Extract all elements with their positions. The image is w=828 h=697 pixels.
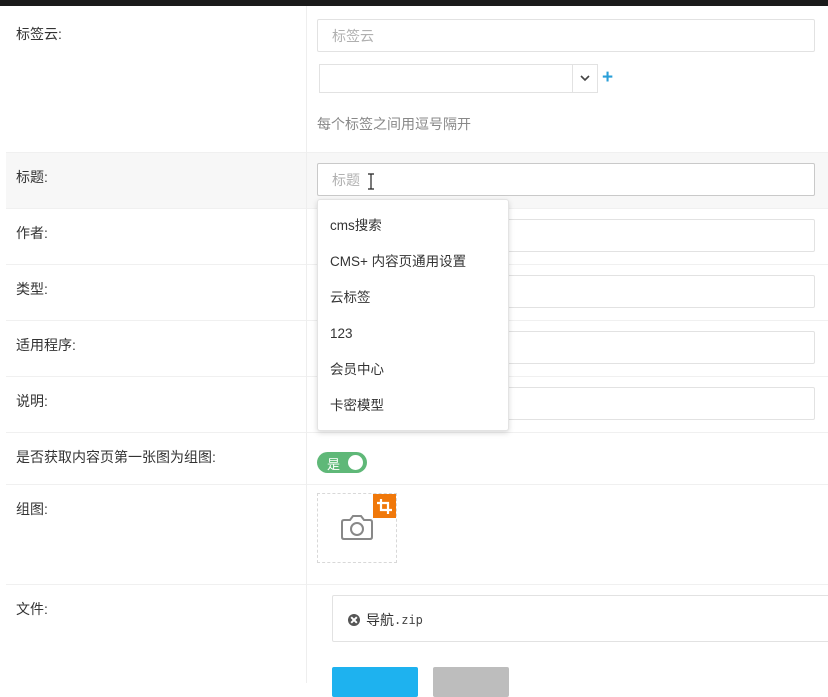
program-label: 适用程序: [16, 337, 76, 353]
type-label: 类型: [16, 281, 48, 297]
tags-label: 标签云: [16, 26, 62, 42]
suggestion-item[interactable]: 云标签 [318, 280, 508, 316]
tags-select[interactable] [319, 64, 598, 93]
author-label: 作者: [16, 225, 48, 241]
suggestion-item[interactable]: CMS+ 内容页通用设置 [318, 244, 508, 280]
row-auto-image: 是否获取内容页第一张图为组图: [6, 433, 828, 485]
title-input[interactable] [317, 163, 815, 196]
title-label: 标题: [16, 169, 48, 185]
toggle-knob [348, 455, 363, 470]
text-cursor-icon [368, 173, 374, 190]
file-item: 导航 .zip [348, 610, 423, 630]
title-suggestions-dropdown: cms搜索 CMS+ 内容页通用设置 云标签 123 会员中心 卡密模型 [317, 199, 509, 431]
gallery-label: 组图: [16, 501, 48, 517]
chevron-down-icon[interactable] [572, 65, 597, 92]
file-extension: .zip [394, 613, 423, 627]
secondary-button[interactable] [433, 667, 509, 697]
toggle-text: 是 [327, 457, 341, 472]
auto-image-toggle[interactable]: 是 [317, 452, 367, 473]
tags-hint: 每个标签之间用逗号隔开 [317, 116, 471, 132]
file-label: 文件: [16, 601, 48, 617]
close-circle-icon[interactable] [348, 614, 360, 626]
column-divider [306, 6, 307, 683]
suggestion-item[interactable]: cms搜索 [318, 208, 508, 244]
file-list: 导航 .zip [332, 595, 828, 642]
camera-icon [340, 513, 374, 544]
description-label: 说明: [16, 393, 48, 409]
file-name: 导航 [366, 612, 394, 628]
primary-button[interactable] [332, 667, 418, 697]
tags-input[interactable] [317, 19, 815, 52]
add-tag-icon[interactable]: + [602, 68, 613, 88]
suggestion-item[interactable]: 会员中心 [318, 352, 508, 388]
suggestion-item[interactable]: 卡密模型 [318, 388, 508, 424]
crop-icon[interactable] [373, 494, 396, 518]
row-gallery: 组图: [6, 485, 828, 585]
auto-image-label: 是否获取内容页第一张图为组图: [16, 449, 216, 465]
suggestion-item[interactable]: 123 [318, 316, 508, 352]
